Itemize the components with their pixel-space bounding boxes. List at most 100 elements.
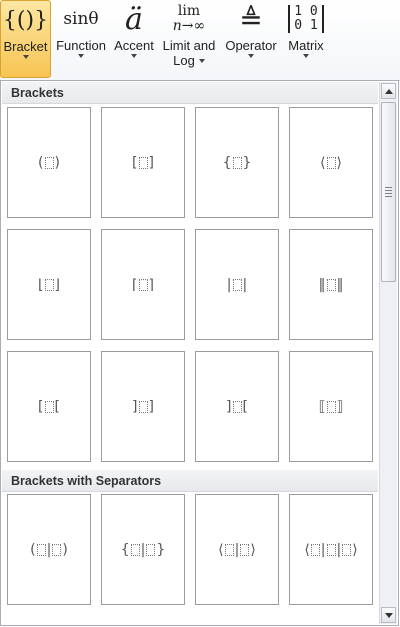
operator-label: Operator: [225, 38, 277, 53]
section-header-brackets: Brackets: [2, 82, 378, 104]
bracket-tile[interactable]: (): [7, 107, 91, 218]
bracket-right-glyph: [: [242, 398, 248, 415]
placeholder-box: [326, 278, 336, 291]
bracket-left-glyph: ]: [226, 398, 232, 415]
function-icon: sinθ: [63, 9, 99, 29]
bracket-tile[interactable]: [[: [7, 351, 91, 462]
placeholder-box: [138, 278, 148, 291]
matrix-icon: 1 0 0 1: [283, 0, 329, 38]
function-button[interactable]: sinθ Function: [53, 0, 109, 78]
placeholder-box: [240, 543, 250, 556]
bracket-right-glyph: [: [54, 398, 60, 415]
operator-icon: ≜: [239, 2, 263, 36]
bracket-tile[interactable]: ⌈ ⌉: [101, 229, 185, 340]
bracket-left-glyph: ⌊: [38, 276, 44, 293]
separator-bracket-tile[interactable]: { |}: [101, 494, 185, 605]
chevron-down-icon: [78, 54, 84, 58]
bracket-tile[interactable]: []: [101, 107, 185, 218]
separator-bracket-tile[interactable]: (|): [7, 494, 91, 605]
bracket-left-glyph: [: [38, 398, 44, 415]
bracket-tile[interactable]: ][: [195, 351, 279, 462]
bracket-left-glyph: (: [30, 541, 36, 558]
bracket-left-glyph: ⟦: [318, 398, 326, 415]
limit-and-log-button[interactable]: lim n→∞ Limit and Log: [159, 0, 219, 78]
scrollbar-thumb[interactable]: [381, 102, 396, 282]
bracket-left-glyph: [: [132, 154, 138, 171]
placeholder-box: [232, 278, 242, 291]
placeholder-box: [36, 543, 46, 556]
separator-bracket-tile[interactable]: ⟨ | ⟩: [195, 494, 279, 605]
bracket-tile[interactable]: ‖ ‖: [289, 229, 373, 340]
bracket-tile[interactable]: ⌊ ⌋: [7, 229, 91, 340]
vertical-scrollbar[interactable]: [379, 82, 397, 624]
bracket-left-glyph: ⟨: [218, 541, 224, 558]
placeholder-box: [326, 400, 336, 413]
bracket-gallery: Brackets () [] {} ⟨ ⟩ ⌊ ⌋ ⌈ ⌉ | | ‖ ‖ [[ ]] ]…: [0, 80, 399, 626]
separator-glyph: |: [336, 541, 342, 558]
bracket-right-glyph: ⌉: [148, 276, 154, 293]
bracket-tile[interactable]: | |: [195, 229, 279, 340]
separator-glyph: |: [234, 541, 240, 558]
matrix-label: Matrix: [288, 38, 324, 53]
placeholder-box: [44, 400, 54, 413]
placeholder-box: [146, 543, 156, 556]
placeholder-box: [44, 156, 54, 169]
placeholder-box: [138, 400, 148, 413]
chevron-down-icon: [22, 55, 29, 59]
matrix-button[interactable]: 1 0 0 1 Matrix: [283, 0, 329, 78]
scroll-down-icon: [384, 612, 393, 618]
placeholder-box: [232, 400, 242, 413]
bracket-label: Bracket: [3, 39, 48, 54]
bracket-left-glyph: ]: [132, 398, 138, 415]
chevron-down-icon: [303, 54, 309, 58]
limit-icon-bottom: n→∞: [172, 18, 206, 34]
bracket-left-glyph: (: [38, 154, 44, 171]
limit-label-line2: Log: [159, 53, 219, 68]
separator-bracket-tile[interactable]: ⟨ | | ⟩: [289, 494, 373, 605]
bracket-left-glyph: ⌈: [132, 276, 138, 293]
bracket-right-glyph: |: [242, 276, 248, 293]
matrix-icon-row2: 0 1: [294, 18, 318, 33]
bracket-right-glyph: }: [242, 154, 252, 171]
bracket-tile[interactable]: {}: [195, 107, 279, 218]
placeholder-box: [44, 278, 54, 291]
equation-tools-ribbon: {()} Bracket sinθ Function ä Accent lim …: [0, 0, 400, 81]
separator-glyph: |: [140, 541, 146, 558]
placeholder-box: [224, 543, 234, 556]
accent-button[interactable]: ä Accent: [111, 0, 157, 78]
placeholder-box: [310, 543, 320, 556]
bracket-right-glyph: ⌋: [54, 276, 60, 293]
bracket-right-glyph: }: [156, 541, 166, 558]
bracket-tile[interactable]: ⟨ ⟩: [289, 107, 373, 218]
bracket-right-glyph: ): [62, 541, 68, 558]
placeholder-box: [342, 543, 352, 556]
accent-label: Accent: [114, 38, 154, 53]
bracket-right-glyph: ⟩: [250, 541, 256, 558]
scroll-up-button[interactable]: [381, 83, 396, 99]
limit-icon: lim n→∞: [159, 0, 219, 38]
placeholder-box: [326, 543, 336, 556]
bracket-left-glyph: |: [226, 276, 232, 293]
bracket-tile[interactable]: ]]: [101, 351, 185, 462]
bracket-left-glyph: {: [222, 154, 232, 171]
scroll-down-button[interactable]: [381, 607, 396, 623]
bracket-right-glyph: ⟧: [336, 398, 344, 415]
chevron-down-icon: [131, 54, 137, 58]
bracket-left-glyph: ⟨: [320, 154, 326, 171]
separator-glyph: |: [320, 541, 326, 558]
matrix-icon-row1: 1 0: [294, 4, 318, 19]
bracket-tile[interactable]: ⟦ ⟧: [289, 351, 373, 462]
function-label: Function: [56, 38, 106, 53]
bracket-right-glyph: ⟩: [336, 154, 342, 171]
bracket-button[interactable]: {()} Bracket: [0, 0, 51, 78]
scroll-up-icon: [384, 88, 393, 94]
section-header-brackets-with-separators: Brackets with Separators: [2, 470, 378, 492]
accent-icon: ä: [125, 1, 143, 37]
limit-icon-top: lim: [177, 3, 201, 19]
bracket-left-glyph: {: [120, 541, 130, 558]
chevron-down-icon: [198, 58, 205, 63]
bracket-right-glyph: ]: [148, 398, 154, 415]
operator-button[interactable]: ≜ Operator: [221, 0, 281, 78]
bracket-icon: {()}: [2, 7, 49, 33]
chevron-down-icon: [248, 54, 254, 58]
